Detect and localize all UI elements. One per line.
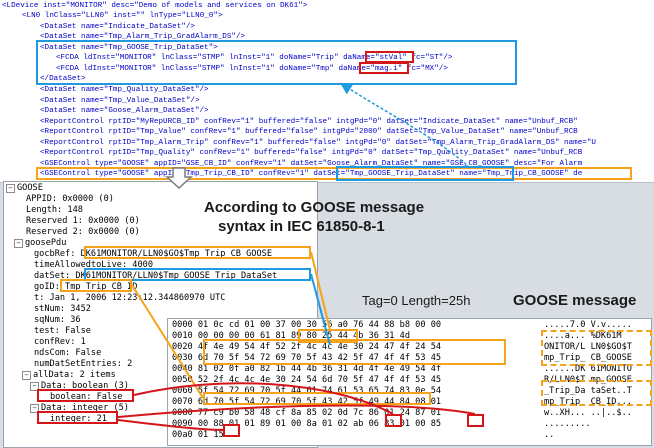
tree-field: ndsCom: False	[34, 348, 102, 358]
integer-highlight-box	[37, 411, 118, 424]
xml-line: <LDevice inst="MONITOR" desc="Demo of mo…	[2, 2, 308, 10]
tree-node-alldata[interactable]: − allData: 2 items	[22, 370, 116, 381]
hex-bool-box	[385, 414, 402, 427]
tree-field: Reserved 1: 0x0000 (0)	[26, 216, 140, 226]
tree-field: confRev: 1	[34, 337, 86, 347]
xml-line: <DataSet name="Tmp_Value_DataSet"/>	[40, 97, 200, 105]
tag-length-caption: Tag=0 Length=25h	[362, 293, 471, 308]
syntax-caption-line2: syntax in IEC 61850-8-1	[218, 218, 385, 235]
tree-label: GOOSE	[17, 183, 43, 193]
scl-xml-view: <LDevice inst="MONITOR" desc="Demo of mo…	[0, 0, 654, 183]
ascii-row: .........	[544, 419, 591, 429]
goose-message-caption: GOOSE message	[513, 292, 637, 309]
hex-row: 00a0 01 15	[172, 430, 224, 440]
collapse-toggle-icon[interactable]: −	[6, 184, 15, 193]
xml-line: <ReportControl rptID="Tmp_Alarm_Trip" co…	[40, 139, 596, 147]
tree-field: t: Jan 1, 2006 12:23:12.344860970 UTC	[34, 293, 226, 303]
xml-line: <DataSet name="Tmp_Quality_DataSet"/>	[40, 86, 209, 94]
magi-highlight-box	[359, 62, 409, 74]
xml-line: <ReportControl rptID="MyRepURCB_ID" conf…	[40, 118, 578, 126]
xml-line: <LN0 lnClass="LLN0" inst="" lnType="LLN0…	[22, 12, 223, 20]
hex-row: 0050 52 2f 4c 4c 4e 30 24 54 6d 70 5f 47…	[172, 375, 442, 385]
gocbref-highlight-box	[84, 246, 311, 259]
hex-int-value-box	[223, 424, 240, 437]
tree-field: numDatSetEntries: 2	[34, 359, 133, 369]
ascii-row: w..XH... ..|..$..	[544, 408, 632, 418]
tree-field: Length: 148	[26, 205, 83, 215]
boolean-highlight-box	[37, 389, 134, 402]
ascii-goid-box	[541, 380, 652, 406]
tree-label: allData: 2 items	[33, 370, 116, 380]
tree-field: test: False	[34, 326, 91, 336]
dataset-highlight-box	[36, 40, 517, 85]
tree-field: sqNum: 36	[34, 315, 81, 325]
xml-line: <DataSet name="Indicate_DataSet"/>	[40, 23, 195, 31]
ascii-row: ..	[544, 430, 555, 440]
gsecontrol-dataset-box	[336, 166, 514, 181]
tree-label: goosePdu	[25, 238, 67, 248]
goid-highlight-box	[60, 279, 132, 292]
tree-node-goosepdu[interactable]: − goosePdu	[14, 238, 66, 249]
hex-int-box	[467, 414, 484, 427]
xml-line: <DataSet name="Goose_Alarm_DataSet"/>	[40, 107, 209, 115]
ascii-gocbref-box	[541, 330, 652, 366]
tree-field: APPID: 0x0000 (0)	[26, 194, 114, 204]
xml-line: <ReportControl rptID="Tmp_Quality" confR…	[40, 149, 583, 157]
xml-line: <ReportControl rptID="Tmp_Value" confRev…	[40, 128, 578, 136]
tree-field: Reserved 2: 0x0000 (0)	[26, 227, 140, 237]
hex-gocbref-box	[203, 339, 506, 365]
collapse-toggle-icon[interactable]: −	[14, 239, 23, 248]
gsecontrol-highlight-box	[36, 167, 632, 180]
collapse-toggle-icon[interactable]: −	[22, 371, 31, 380]
tree-node-goose[interactable]: − GOOSE	[6, 183, 43, 194]
tree-field: stNum: 3452	[34, 304, 91, 314]
hex-goid-box	[203, 392, 431, 405]
hex-row: 0040 81 02 0f a0 82 1b 44 4b 36 31 4d 4f…	[172, 364, 442, 374]
syntax-caption-line1: According to GOOSE message	[204, 199, 425, 216]
